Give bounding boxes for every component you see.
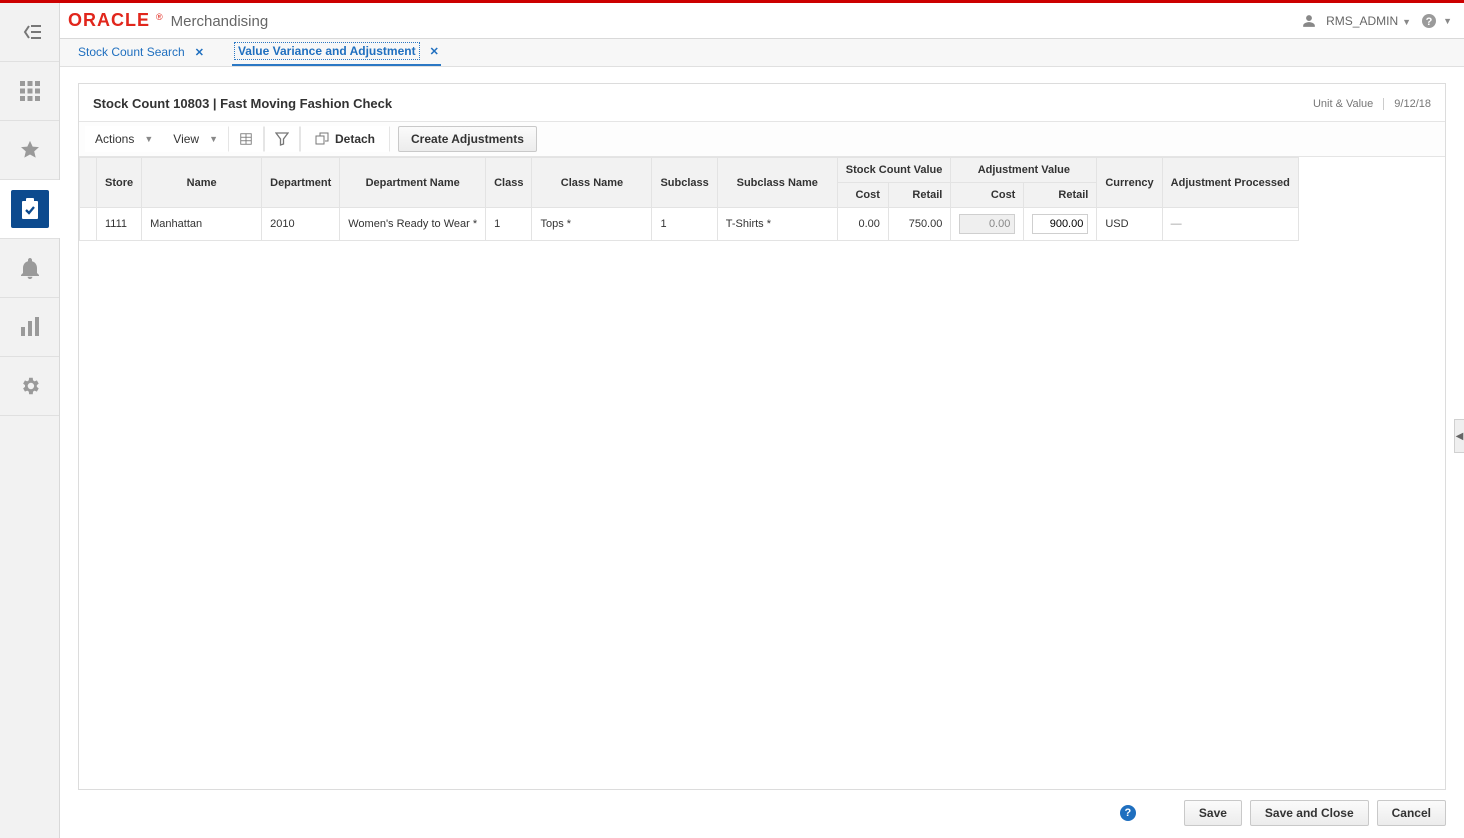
adj-cost-input (959, 214, 1015, 234)
export-button[interactable] (228, 126, 264, 152)
product-name: Merchandising (171, 13, 269, 30)
actions-menu[interactable]: Actions▼ (85, 126, 163, 152)
tab-stock-count-search[interactable]: Stock Count Search ✕ (76, 38, 206, 66)
cancel-button[interactable]: Cancel (1377, 800, 1446, 826)
rail-notifications[interactable] (0, 239, 60, 297)
brand: ORACLE ® Merchandising (68, 10, 268, 31)
bar-chart-icon (20, 317, 40, 337)
cell-currency: USD (1097, 208, 1162, 241)
tab-label: Value Variance and Adjustment (234, 42, 420, 60)
rail-menu-toggle[interactable] (0, 3, 60, 61)
col-store[interactable]: Store (97, 158, 142, 208)
registered-mark: ® (156, 12, 163, 22)
close-icon[interactable]: ✕ (195, 46, 204, 59)
meta-date: 9/12/18 (1394, 98, 1431, 110)
meta-type: Unit & Value (1313, 98, 1373, 110)
save-and-close-button[interactable]: Save and Close (1250, 800, 1369, 826)
col-subclass[interactable]: Subclass (652, 158, 717, 208)
col-class-name[interactable]: Class Name (532, 158, 652, 208)
cell-subclass: 1 (652, 208, 717, 241)
help-icon: ? (1421, 13, 1437, 29)
hamburger-icon (19, 23, 41, 41)
chevron-down-icon: ▼ (144, 134, 153, 144)
col-scv-cost[interactable]: Cost (837, 183, 888, 208)
right-panel-toggle[interactable]: ◀ (1454, 419, 1464, 453)
table-row[interactable]: 1111 Manhattan 2010 Women's Ready to Wea… (80, 208, 1299, 241)
colgroup-adjustment-value[interactable]: Adjustment Value (951, 158, 1097, 183)
col-department[interactable]: Department (262, 158, 340, 208)
cell-class-name: Tops * (532, 208, 652, 241)
detach-button[interactable]: Detach (300, 126, 390, 152)
gear-icon (19, 375, 41, 397)
help-icon[interactable]: ? (1120, 805, 1136, 821)
col-adj-retail[interactable]: Retail (1024, 183, 1097, 208)
divider (1383, 98, 1384, 110)
rail-favorites[interactable] (0, 121, 60, 179)
col-scv-retail[interactable]: Retail (888, 183, 950, 208)
clipboard-check-icon (20, 198, 40, 220)
col-currency[interactable]: Currency (1097, 158, 1162, 208)
funnel-icon (275, 132, 289, 146)
chevron-down-icon: ▼ (209, 134, 218, 144)
page-title: Stock Count 10803 | Fast Moving Fashion … (93, 96, 392, 111)
cell-adj-retail[interactable] (1024, 208, 1097, 241)
close-icon[interactable]: ✕ (430, 45, 439, 58)
app-header: ORACLE ® Merchandising RMS_ADMIN ▼ ? ▼ (60, 3, 1464, 39)
save-button[interactable]: Save (1184, 800, 1242, 826)
cell-department: 2010 (262, 208, 340, 241)
cell-adj-cost[interactable] (951, 208, 1024, 241)
col-department-name[interactable]: Department Name (340, 158, 486, 208)
workspace-tabs: Stock Count Search ✕ Value Variance and … (60, 39, 1464, 67)
create-adjustments-button[interactable]: Create Adjustments (398, 126, 537, 152)
spreadsheet-icon (239, 131, 253, 147)
adjustments-table: Store Name Department Department Name Cl… (79, 157, 1299, 241)
rail-apps[interactable] (0, 62, 60, 120)
apps-grid-icon (20, 81, 40, 101)
cell-department-name: Women's Ready to Wear * (340, 208, 486, 241)
top-accent-bar (0, 0, 1464, 3)
user-icon (1302, 14, 1316, 28)
table-toolbar: Actions▼ View▼ Detach Create Adjustments (79, 121, 1445, 157)
user-menu[interactable]: RMS_ADMIN ▼ (1326, 14, 1411, 28)
page-footer: ? Save Save and Close Cancel (78, 790, 1446, 838)
cell-scv-retail: 750.00 (888, 208, 950, 241)
tab-label: Stock Count Search (78, 45, 185, 59)
detach-icon (315, 132, 329, 146)
rail-settings[interactable] (0, 357, 60, 415)
rail-tasks[interactable] (0, 180, 60, 238)
cell-class: 1 (486, 208, 532, 241)
left-rail (0, 0, 60, 838)
main-panel: Stock Count 10803 | Fast Moving Fashion … (78, 83, 1446, 790)
rail-reports[interactable] (0, 298, 60, 356)
adj-retail-input[interactable] (1032, 214, 1088, 234)
cell-subclass-name: T-Shirts * (717, 208, 837, 241)
col-adjustment-processed[interactable]: Adjustment Processed (1162, 158, 1298, 208)
chevron-down-icon: ▼ (1443, 16, 1452, 26)
cell-name: Manhattan (142, 208, 262, 241)
svg-text:?: ? (1426, 16, 1433, 28)
brand-logo: ORACLE (68, 10, 150, 31)
cell-adj-processed: — (1162, 208, 1298, 241)
tab-value-variance-adjustment[interactable]: Value Variance and Adjustment ✕ (232, 38, 441, 66)
col-adj-cost[interactable]: Cost (951, 183, 1024, 208)
filter-button[interactable] (264, 126, 300, 152)
bell-icon (20, 257, 40, 279)
col-name[interactable]: Name (142, 158, 262, 208)
colgroup-stock-count-value[interactable]: Stock Count Value (837, 158, 951, 183)
star-icon (19, 139, 41, 161)
help-menu[interactable]: ? ▼ (1421, 13, 1452, 29)
user-name: RMS_ADMIN (1326, 14, 1398, 28)
col-class[interactable]: Class (486, 158, 532, 208)
cell-scv-cost: 0.00 (837, 208, 888, 241)
cell-store: 1111 (97, 208, 142, 241)
chevron-down-icon: ▼ (1402, 17, 1411, 27)
view-menu[interactable]: View▼ (163, 126, 228, 152)
col-subclass-name[interactable]: Subclass Name (717, 158, 837, 208)
